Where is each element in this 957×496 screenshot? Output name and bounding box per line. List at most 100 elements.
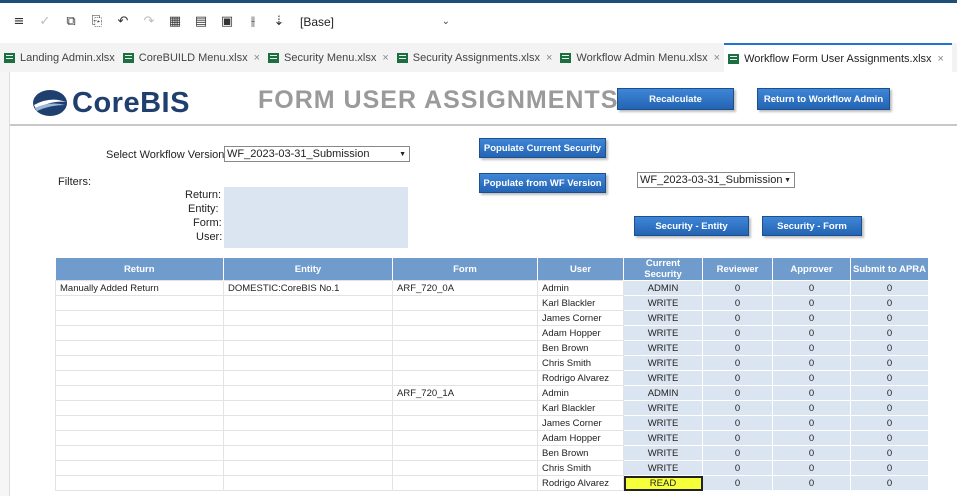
cell-reviewer[interactable]: 0 [702,280,773,296]
filter-input-area[interactable] [224,187,408,248]
paste-icon[interactable]: ⎘ [86,11,108,33]
cell-submit-to-apra[interactable]: 0 [850,385,929,401]
tab-corebuild-menu[interactable]: CoreBUILD Menu.xlsx × [119,43,264,72]
cell-current-security[interactable]: WRITE [623,430,703,446]
cell-current-security[interactable]: WRITE [623,400,703,416]
cell-current-security[interactable]: WRITE [623,460,703,476]
cell-entity[interactable] [223,355,393,371]
cell-submit-to-apra[interactable]: 0 [850,370,929,386]
cell-approver[interactable]: 0 [772,340,851,356]
cell-reviewer[interactable]: 0 [702,325,773,341]
cell-return[interactable] [55,295,224,311]
cell-entity[interactable] [223,445,393,461]
cell-form[interactable] [392,310,538,326]
cell-reviewer[interactable]: 0 [702,475,773,491]
format-icon[interactable]: ▦ [164,11,186,33]
tab-workflow-form-user-assignments[interactable]: Workflow Form User Assignments.xlsx × [724,43,952,72]
cell-submit-to-apra[interactable]: 0 [850,400,929,416]
populate-from-wf-version-button[interactable]: Populate from WF Version [479,173,606,193]
cell-current-security[interactable]: WRITE [623,415,703,431]
cell-approver[interactable]: 0 [772,370,851,386]
cell-current-security[interactable]: WRITE [623,295,703,311]
security-form-button[interactable]: Security - Form [762,216,862,236]
cell-user[interactable]: James Corner [537,415,624,431]
cell-current-security[interactable]: READ [623,475,703,491]
cell-form[interactable]: ARF_720_1A [392,385,538,401]
cell-user[interactable]: Rodrigo Alvarez [537,475,624,491]
close-icon[interactable]: × [938,53,944,65]
cell-submit-to-apra[interactable]: 0 [850,460,929,476]
cell-return[interactable] [55,355,224,371]
cell-entity[interactable] [223,310,393,326]
cell-return[interactable] [55,415,224,431]
cell-entity[interactable]: DOMESTIC:CoreBIS No.1 [223,280,393,296]
security-entity-button[interactable]: Security - Entity [634,216,749,236]
cell-approver[interactable]: 0 [772,430,851,446]
cell-approver[interactable]: 0 [772,310,851,326]
cell-submit-to-apra[interactable]: 0 [850,475,929,491]
cell-submit-to-apra[interactable]: 0 [850,310,929,326]
cell-user[interactable]: Rodrigo Alvarez [537,370,624,386]
cell-current-security[interactable]: WRITE [623,370,703,386]
cell-entity[interactable] [223,370,393,386]
cell-approver[interactable]: 0 [772,460,851,476]
cell-approver[interactable]: 0 [772,355,851,371]
cell-reviewer[interactable]: 0 [702,295,773,311]
cell-approver[interactable]: 0 [772,445,851,461]
cell-submit-to-apra[interactable]: 0 [850,280,929,296]
cell-form[interactable] [392,445,538,461]
cell-submit-to-apra[interactable]: 0 [850,445,929,461]
cell-entity[interactable] [223,295,393,311]
cell-return[interactable] [55,310,224,326]
cell-submit-to-apra[interactable]: 0 [850,325,929,341]
recalculate-button[interactable]: Recalculate [617,88,734,110]
cell-form[interactable] [392,475,538,491]
check-icon[interactable]: ✓ [34,11,56,33]
cell-entity[interactable] [223,430,393,446]
cell-entity[interactable] [223,340,393,356]
cell-return[interactable]: Manually Added Return [55,280,224,296]
undo-icon[interactable]: ↶ [112,11,134,33]
cell-approver[interactable]: 0 [772,415,851,431]
grid-icon[interactable]: ▣ [216,11,238,33]
cell-entity[interactable] [223,400,393,416]
cell-form[interactable] [392,400,538,416]
cell-current-security[interactable]: WRITE [623,340,703,356]
cell-submit-to-apra[interactable]: 0 [850,295,929,311]
cell-user[interactable]: Karl Blackler [537,400,624,416]
cell-return[interactable] [55,475,224,491]
cell-return[interactable] [55,385,224,401]
cell-form[interactable] [392,415,538,431]
copy-icon[interactable]: ⧉ [60,11,82,33]
cell-user[interactable]: Chris Smith [537,355,624,371]
cell-user[interactable]: Admin [537,385,624,401]
cell-user[interactable]: Ben Brown [537,445,624,461]
cell-return[interactable] [55,460,224,476]
cell-form[interactable]: ARF_720_0A [392,280,538,296]
menu-icon[interactable]: ≡ [8,11,30,33]
cell-reviewer[interactable]: 0 [702,460,773,476]
cell-submit-to-apra[interactable]: 0 [850,355,929,371]
table-icon[interactable]: ▤ [190,11,212,33]
cell-return[interactable] [55,445,224,461]
cell-form[interactable] [392,325,538,341]
cell-current-security[interactable]: WRITE [623,310,703,326]
close-icon[interactable]: × [714,52,720,64]
cell-return[interactable] [55,430,224,446]
cell-form[interactable] [392,355,538,371]
cell-form[interactable] [392,340,538,356]
cell-return[interactable] [55,370,224,386]
cell-approver[interactable]: 0 [772,295,851,311]
cell-approver[interactable]: 0 [772,400,851,416]
cell-user[interactable]: Adam Hopper [537,430,624,446]
cell-user[interactable]: Admin [537,280,624,296]
cell-user[interactable]: Adam Hopper [537,325,624,341]
cell-return[interactable] [55,400,224,416]
cell-reviewer[interactable]: 0 [702,355,773,371]
cell-submit-to-apra[interactable]: 0 [850,415,929,431]
tab-security-assignments[interactable]: Security Assignments.xlsx × [393,43,557,72]
cell-approver[interactable]: 0 [772,325,851,341]
cell-user[interactable]: Chris Smith [537,460,624,476]
wf-version-dropdown[interactable]: WF_2023-03-31_Submission ▼ [637,172,795,188]
cell-reviewer[interactable]: 0 [702,370,773,386]
